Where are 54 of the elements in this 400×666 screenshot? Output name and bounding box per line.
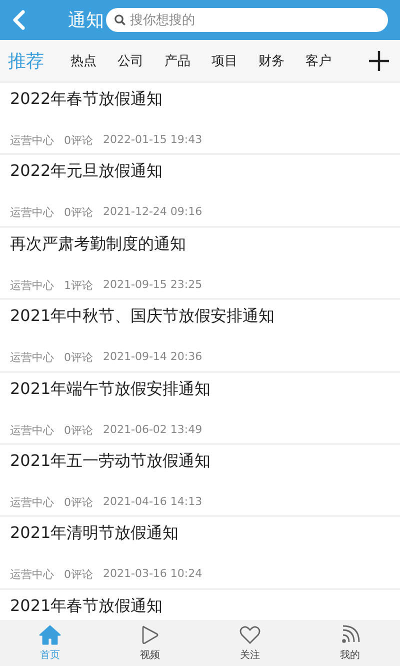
article-time: 2021-12-24 09:16 [103,205,202,220]
article-time: 2021-03-16 10:24 [103,567,202,582]
article-time: 2022-01-15 19:43 [103,133,202,148]
article-title: 2021年春节放假通知 [10,596,164,617]
article-title: 2022年春节放假通知 [10,89,164,110]
article-source: 运营中心 [10,350,54,366]
comment-count: 0评论 [64,205,93,220]
page-title: 通知 [68,9,104,32]
article-time: 2021-09-15 23:25 [103,278,202,293]
article-card[interactable]: 2021年中秋节、国庆节放假安排通知 运营中心 0评论 2021-09-14 20:36 [0,300,400,371]
article-source: 运营中心 [10,205,54,220]
comment-count: 0评论 [64,133,93,148]
article-source: 运营中心 [10,422,54,438]
article-source: 运营中心 [10,278,54,293]
home-icon [39,624,61,644]
article-title: 2021年中秋节、国庆节放假安排通知 [10,306,276,328]
article-card[interactable]: 2022年春节放假通知 运营中心 0评论 2022-01-15 19:43 [0,83,400,154]
article-source: 运营中心 [10,494,54,510]
article-card[interactable]: 再次严肃考勤制度的通知 运营中心 1评论 2021-09-15 23:25 [0,228,400,298]
article-card[interactable]: 2021年清明节放假通知 运营中心 0评论 2021-03-16 10:24 [0,517,400,588]
comment-count: 1评论 [64,278,93,293]
feed-icon [339,624,361,644]
category-tab[interactable]: 热点 [60,52,107,70]
article-title: 2021年五一劳动节放假通知 [10,450,212,472]
heart-icon [239,624,261,644]
category-tab[interactable]: 产品 [154,52,201,70]
article-source: 运营中心 [10,567,54,582]
category-tab[interactable]: 客户 [295,52,342,70]
article-card[interactable]: 2022年元旦放假通知 运营中心 0评论 2021-12-24 09:16 [0,155,400,226]
comment-count: 0评论 [64,422,93,438]
nav-item[interactable]: 关注 [200,620,300,666]
category-tab[interactable]: 公司 [107,52,154,70]
add-icon[interactable] [368,50,390,72]
article-time: 2021-09-14 20:36 [103,350,202,366]
back-icon[interactable] [12,9,26,31]
comment-count: 0评论 [64,350,93,366]
nav-item[interactable]: 我的 [300,620,400,666]
nav-item[interactable]: 视频 [100,620,200,666]
article-title: 2021年端午节放假安排通知 [10,378,212,400]
search-icon [114,14,126,26]
article-time: 2021-06-02 13:49 [103,422,202,438]
article-source: 运营中心 [10,133,54,148]
comment-count: 0评论 [64,494,93,510]
article-card[interactable]: 2021年端午节放假安排通知 运营中心 0评论 2021-06-02 13:49 [0,372,400,443]
comment-count: 0评论 [64,567,93,582]
category-tab[interactable]: 项目 [201,52,248,70]
article-time: 2021-04-16 14:13 [103,494,202,510]
article-title: 再次严肃考勤制度的通知 [10,234,187,255]
category-tab[interactable]: 财务 [248,52,295,70]
article-card[interactable]: 2021年春节放假通知 [0,590,400,620]
article-card[interactable]: 2021年五一劳动节放假通知 运营中心 0评论 2021-04-16 14:13 [0,444,400,516]
article-title: 2022年元旦放假通知 [10,161,164,182]
article-title: 2021年清明节放假通知 [10,523,180,544]
search-field[interactable]: 搜你想搜的 [106,8,388,32]
